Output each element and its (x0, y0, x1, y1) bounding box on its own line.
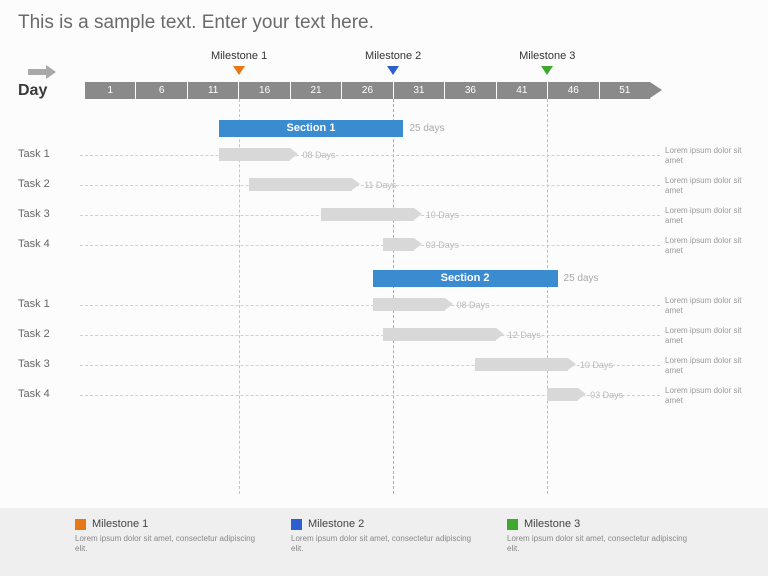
task-bar (321, 208, 413, 221)
task-duration: 11 Days (364, 180, 396, 190)
legend-item: Milestone 3 Lorem ipsum dolor sit amet, c… (492, 518, 708, 576)
task-bar (249, 178, 352, 191)
legend-title: Milestone 1 (92, 518, 148, 530)
task-note: Lorem ipsum dolor sit amet (665, 206, 760, 225)
task-label: Task 2 (18, 178, 50, 190)
task-arrow-icon (290, 148, 298, 160)
page-title: This is a sample text. Enter your text h… (0, 0, 768, 34)
task-label: Task 3 (18, 358, 50, 370)
section-bar: Section 2 (373, 270, 558, 287)
task-hline (80, 335, 660, 336)
task-label: Task 4 (18, 238, 50, 250)
milestone-vline (547, 99, 548, 494)
milestone-label: Milestone 1 (211, 50, 267, 62)
task-hline (80, 155, 660, 156)
arrow-right-icon (28, 63, 56, 84)
milestone-label: Milestone 2 (365, 50, 421, 62)
axis-tick: 46 (548, 82, 599, 99)
task-arrow-icon (445, 298, 453, 310)
axis-tick: 26 (342, 82, 393, 99)
milestone-vline (393, 99, 394, 494)
task-note: Lorem ipsum dolor sit amet (665, 176, 760, 195)
milestone-marker-icon (387, 66, 399, 75)
day-axis: 16111621263136414651 (85, 82, 650, 99)
task-duration: 10 Days (426, 210, 459, 220)
legend-swatch-icon (291, 519, 302, 530)
task-bar (383, 328, 496, 341)
task-note: Lorem ipsum dolor sit amet (665, 386, 760, 405)
milestone-marker-icon (541, 66, 553, 75)
task-hline (80, 245, 660, 246)
axis-tick: 16 (239, 82, 290, 99)
section-duration: 25 days (409, 123, 444, 134)
legend-item: Milestone 2 Lorem ipsum dolor sit amet, c… (276, 518, 492, 576)
task-note: Lorem ipsum dolor sit amet (665, 326, 760, 345)
task-hline (80, 305, 660, 306)
section-duration: 25 days (564, 273, 599, 284)
legend-title: Milestone 3 (524, 518, 580, 530)
task-duration: 10 Days (580, 360, 613, 370)
axis-tick: 36 (445, 82, 496, 99)
axis-arrow-icon (650, 82, 662, 98)
task-arrow-icon (414, 238, 422, 250)
legend-desc: Lorem ipsum dolor sit amet, consectetur … (507, 534, 693, 555)
axis-tick: 41 (497, 82, 548, 99)
task-note: Lorem ipsum dolor sit amet (665, 296, 760, 315)
task-arrow-icon (352, 178, 360, 190)
axis-tick: 11 (188, 82, 239, 99)
legend: Milestone 1 Lorem ipsum dolor sit amet, c… (0, 508, 768, 576)
task-label: Task 1 (18, 298, 50, 310)
task-bar (475, 358, 567, 371)
milestone-marker-icon (233, 66, 245, 75)
task-duration: 03 Days (590, 390, 623, 400)
task-note: Lorem ipsum dolor sit amet (665, 356, 760, 375)
task-label: Task 2 (18, 328, 50, 340)
task-label: Task 3 (18, 208, 50, 220)
task-label: Task 1 (18, 148, 50, 160)
task-arrow-icon (568, 358, 576, 370)
task-bar (219, 148, 291, 161)
task-duration: 03 Days (426, 240, 459, 250)
legend-swatch-icon (75, 519, 86, 530)
task-note: Lorem ipsum dolor sit amet (665, 146, 760, 165)
gantt-chart: Day 16111621263136414651 Milestone 1Mile… (0, 50, 768, 480)
axis-tick: 21 (291, 82, 342, 99)
task-duration: 12 Days (508, 330, 541, 340)
task-note: Lorem ipsum dolor sit amet (665, 236, 760, 255)
task-bar (383, 238, 414, 251)
axis-tick: 31 (394, 82, 445, 99)
legend-desc: Lorem ipsum dolor sit amet, consectetur … (75, 534, 261, 555)
legend-title: Milestone 2 (308, 518, 364, 530)
milestone-label: Milestone 3 (519, 50, 575, 62)
axis-tick: 51 (600, 82, 650, 99)
axis-tick: 1 (85, 82, 136, 99)
task-arrow-icon (414, 208, 422, 220)
task-arrow-icon (496, 328, 504, 340)
task-arrow-icon (578, 388, 586, 400)
task-bar (547, 388, 578, 401)
task-label: Task 4 (18, 388, 50, 400)
axis-label: Day (18, 82, 47, 100)
axis-tick: 6 (136, 82, 187, 99)
task-duration: 08 Days (302, 150, 335, 160)
task-bar (373, 298, 445, 311)
legend-desc: Lorem ipsum dolor sit amet, consectetur … (291, 534, 477, 555)
task-duration: 08 Days (457, 300, 490, 310)
section-bar: Section 1 (219, 120, 404, 137)
legend-swatch-icon (507, 519, 518, 530)
legend-item: Milestone 1 Lorem ipsum dolor sit amet, c… (60, 518, 276, 576)
